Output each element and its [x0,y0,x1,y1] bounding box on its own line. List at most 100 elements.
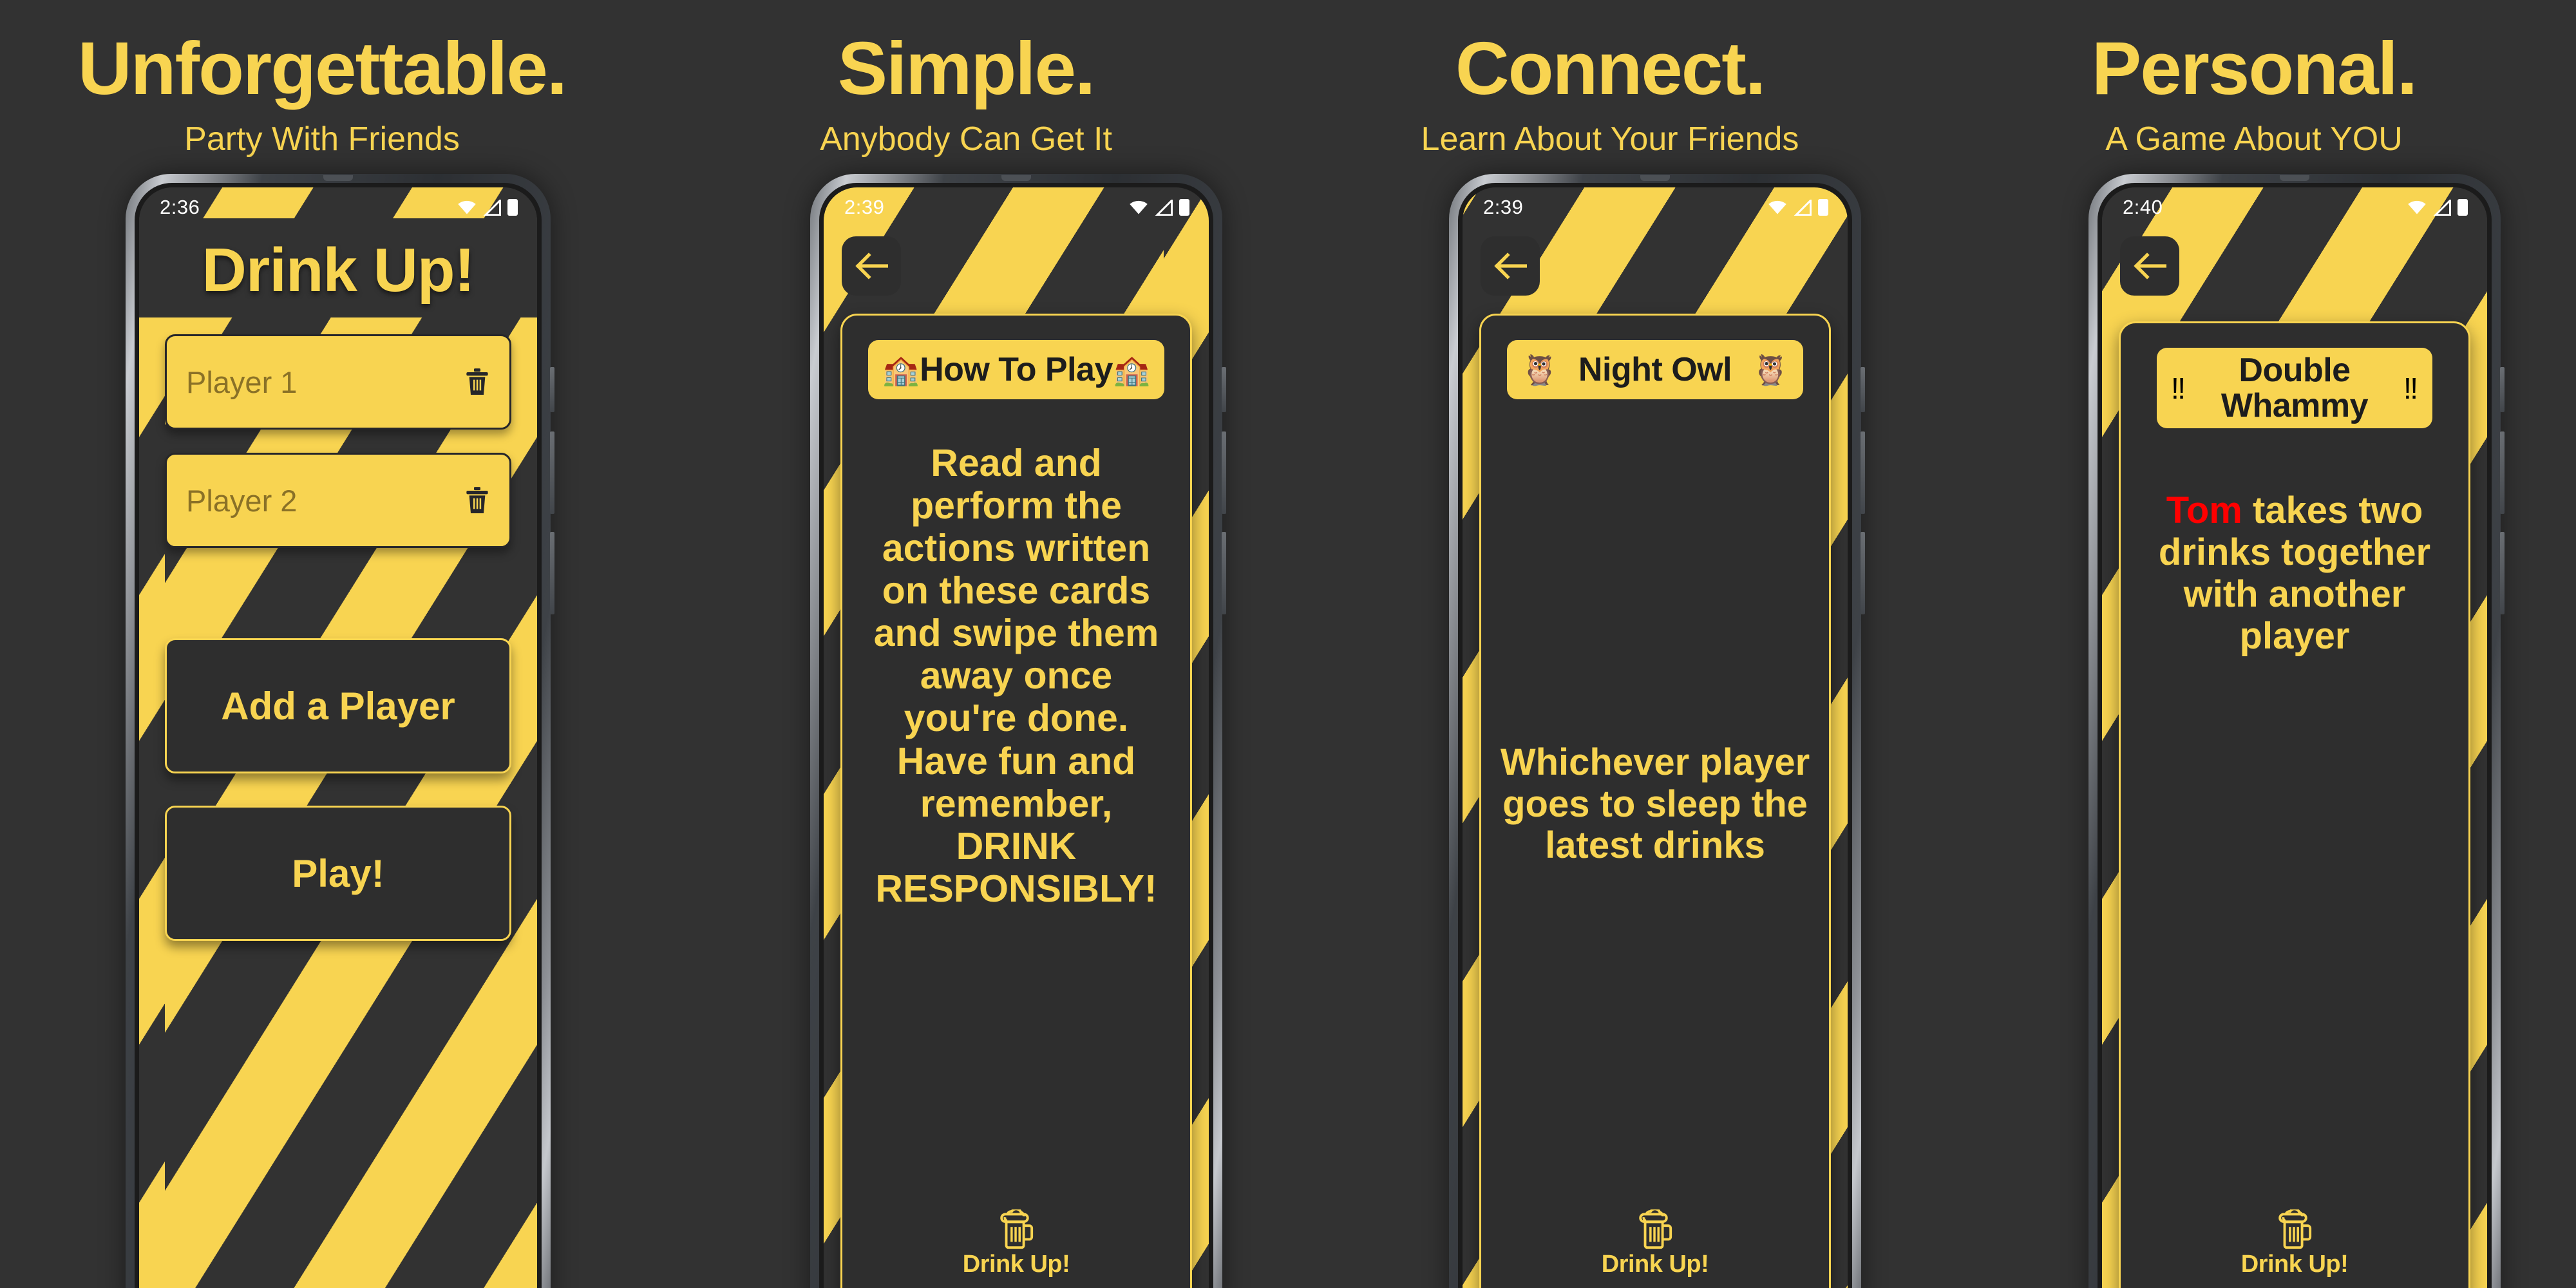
highlighted-player-name: Tom [2166,489,2242,532]
status-clock: 2:36 [160,196,200,218]
card-body-text: Read and perform the actions written on … [873,442,1159,910]
card-footer: Drink Up! [1495,1209,1815,1288]
panel-4-headline: Personal. [2091,26,2418,110]
footer-brand-label: Drink Up! [1601,1251,1709,1278]
player-name-input[interactable]: Player 2 [186,483,464,518]
phone-mockup-1: 2:36 Drink Up! Player 1 Player 2 Add a P… [126,174,554,1288]
back-button[interactable] [1481,236,1540,296]
volume-down-button[interactable] [1222,532,1226,614]
back-arrow-icon [855,252,888,279]
phone-frame: 2:40 ‼ Double Whammy ‼ Tom takes two dri… [2088,174,2505,1288]
camera-notch [1001,175,1031,181]
phone-screen: 2:36 Drink Up! Player 1 Player 2 Add a P… [139,187,537,1288]
volume-down-button[interactable] [2500,532,2505,614]
card-title: How To Play [920,350,1113,388]
card-body-text: Tom takes two drinks together with anoth… [2139,489,2450,658]
panel-4-subhead: A Game About YOU [2105,120,2403,158]
phone-frame: 2:39 [810,174,1226,1288]
game-card: 🏫 How To Play 🏫 Read and perform the act… [840,314,1192,1288]
owl-icon: 🦉 [1752,353,1789,386]
volume-up-button[interactable] [550,431,554,514]
panel-2-subhead: Anybody Can Get It [820,120,1112,158]
back-button[interactable] [2120,236,2179,296]
status-clock: 2:39 [1483,196,1524,218]
status-bar: 2:40 [2102,187,2487,227]
wifi-icon [1768,200,1786,214]
beer-mug-icon [1000,1209,1034,1249]
signal-icon [1155,199,1173,216]
game-card: ‼ Double Whammy ‼ Tom takes two drinks t… [2119,321,2470,1288]
player-input-row[interactable]: Player 1 [165,334,511,430]
signal-icon [483,199,501,216]
status-icon-group [1129,199,1189,216]
power-button[interactable] [1861,367,1865,412]
status-icon-group [2407,199,2468,216]
card-header: 🦉 Night Owl 🦉 [1507,340,1803,399]
card-title: Double Whammy [2221,352,2369,424]
camera-notch [323,175,353,181]
panel-2-headline: Simple. [837,26,1096,110]
trash-icon[interactable] [464,367,490,397]
camera-notch [1640,175,1670,181]
trash-icon[interactable] [464,486,490,515]
battery-icon [1179,199,1189,216]
app-title: Drink Up! [202,236,475,305]
school-icon: 🏫 [1113,353,1150,386]
battery-icon [1818,199,1828,216]
volume-down-button[interactable] [1861,532,1865,614]
card-title: Night Owl [1578,350,1732,388]
phone-frame: 2:39 [1449,174,1865,1288]
play-button[interactable]: Play! [165,806,511,941]
wifi-icon [1130,200,1148,214]
volume-down-button[interactable] [550,532,554,614]
promo-panel-4: Personal. A Game About YOU 2:40 ‼ Double… [1932,0,2576,1288]
panel-1-subhead: Party With Friends [184,120,460,158]
game-card: 🦉 Night Owl 🦉 Whichever player goes to s… [1479,314,1831,1288]
player-name-input[interactable]: Player 1 [186,365,464,400]
phone-bezel: 2:36 Drink Up! Player 1 Player 2 Add a P… [135,183,542,1288]
beer-mug-icon [2278,1209,2312,1249]
phone-mockup-3: 2:39 🦉 Night Owl 🦉 Whichever player goes… [1449,174,1865,1288]
phone-bezel: 2:39 [819,183,1213,1288]
volume-up-button[interactable] [2500,431,2505,514]
signal-icon [2433,199,2451,216]
volume-up-button[interactable] [1861,431,1865,514]
back-button[interactable] [842,236,901,296]
card-body: Tom takes two drinks together with anoth… [2135,428,2454,1209]
promo-screenshot-sheet: Unforgettable. Party With Friends 2:36 D… [0,0,2576,1288]
card-header: ‼ Double Whammy ‼ [2157,348,2432,429]
wifi-icon [458,200,476,214]
status-icon-group [1768,199,1828,216]
double-exclamation-icon: ‼ [2403,371,2418,405]
volume-up-button[interactable] [1222,431,1226,514]
signal-icon [1794,199,1812,216]
beer-mug-icon [1639,1209,1672,1249]
camera-notch [2280,175,2309,181]
promo-panel-1: Unforgettable. Party With Friends 2:36 D… [0,0,644,1288]
phone-mockup-2: 2:39 🏫 How To Play 🏫 Read and perform th… [810,174,1226,1288]
player-input-row[interactable]: Player 2 [165,453,511,548]
footer-brand-label: Drink Up! [962,1251,1070,1278]
add-player-button[interactable]: Add a Player [165,638,511,773]
card-footer: Drink Up! [2135,1209,2454,1288]
player-list: Player 1 Player 2 [165,334,511,571]
card-header: 🏫 How To Play 🏫 [868,340,1164,399]
promo-panel-3: Connect. Learn About Your Friends 2:39 🦉… [1288,0,1932,1288]
status-clock: 2:39 [844,196,885,218]
status-clock: 2:40 [2123,196,2163,218]
power-button[interactable] [2500,367,2505,412]
school-icon: 🏫 [882,353,920,386]
wifi-icon [2408,200,2426,214]
status-bar: 2:39 [824,187,1209,227]
phone-bezel: 2:39 [1458,183,1852,1288]
owl-icon: 🦉 [1521,353,1558,386]
card-footer: Drink Up! [857,1209,1176,1288]
panel-3-headline: Connect. [1455,26,1766,110]
power-button[interactable] [550,367,554,412]
status-bar: 2:39 [1463,187,1848,227]
phone-bezel: 2:40 ‼ Double Whammy ‼ Tom takes two dri… [2098,183,2492,1288]
back-arrow-icon [2134,252,2166,279]
phone-screen: 2:39 [1463,187,1848,1288]
power-button[interactable] [1222,367,1226,412]
phone-screen: 2:39 [824,187,1209,1288]
